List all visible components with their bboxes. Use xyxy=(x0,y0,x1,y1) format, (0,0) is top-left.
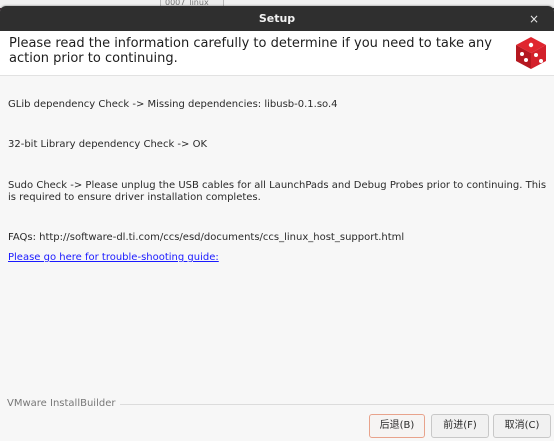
back-button[interactable]: 后退(B) xyxy=(369,414,425,438)
info-content: GLib dependency Check -> Missing depende… xyxy=(0,75,554,382)
setup-window: Setup × Please read the information care… xyxy=(0,6,554,441)
glib-check-text: GLib dependency Check -> Missing depende… xyxy=(8,99,338,110)
cancel-button[interactable]: 取消(C) xyxy=(493,414,551,438)
lib32-check-text: 32-bit Library dependency Check -> OK xyxy=(8,139,208,150)
footer-divider xyxy=(120,404,554,405)
title-bar[interactable]: Setup × xyxy=(0,6,554,31)
troubleshooting-link[interactable]: Please go here for trouble-shooting guid… xyxy=(8,252,219,263)
close-icon[interactable]: × xyxy=(526,11,542,27)
installbuilder-brand: VMware InstallBuilder xyxy=(7,398,116,409)
sudo-check-text: Sudo Check -> Please unplug the USB cabl… xyxy=(8,180,547,203)
header-panel: Please read the information carefully to… xyxy=(0,31,554,75)
header-instructions: Please read the information carefully to… xyxy=(9,36,492,66)
forward-button[interactable]: 前进(F) xyxy=(431,414,489,438)
red-cube-icon xyxy=(516,37,546,69)
window-title: Setup xyxy=(258,12,296,25)
faqs-text: FAQs: http://software-dl.ti.com/ccs/esd/… xyxy=(8,232,405,243)
